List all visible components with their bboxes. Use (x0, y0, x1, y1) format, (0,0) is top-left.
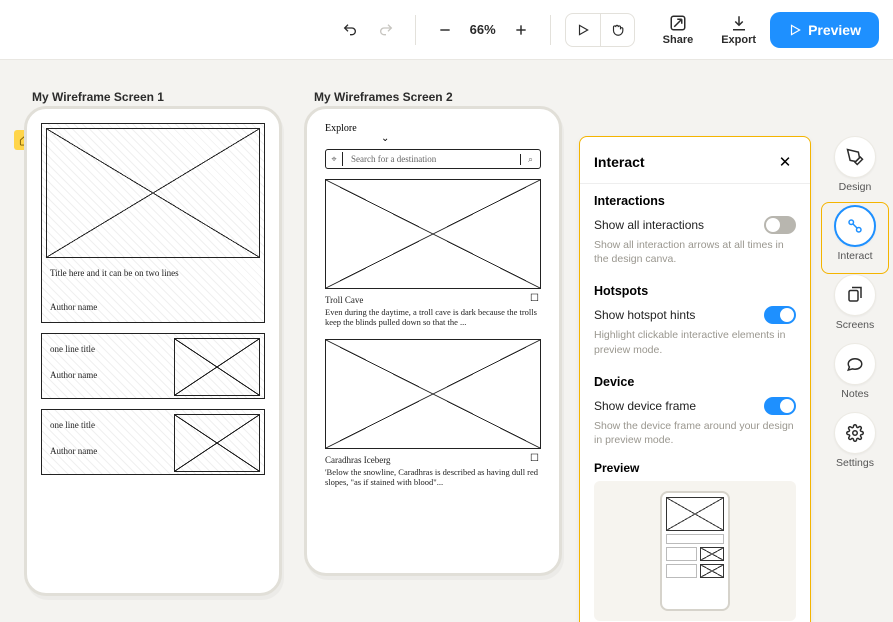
pin-icon: ⌖ (326, 154, 342, 165)
item-title: Troll Cave (325, 295, 363, 305)
item-title: Caradhras Iceberg (325, 455, 391, 465)
redo-button[interactable] (371, 15, 401, 45)
preview-heading: Preview (594, 461, 796, 475)
toggle-label-hotspot-hints: Show hotspot hints (594, 308, 695, 322)
search-placeholder: Search for a destination (343, 154, 520, 164)
preview-thumbnail (594, 481, 796, 621)
share-button[interactable]: Share (663, 14, 694, 46)
design-canvas[interactable]: My Wireframe Screen 1 Title here and it … (0, 60, 893, 622)
zoom-out-button[interactable] (430, 15, 460, 45)
screen-label-1[interactable]: My Wireframe Screen 1 (32, 90, 164, 104)
preview-button[interactable]: Preview (770, 12, 879, 48)
chevron-down-icon[interactable]: ⌄ (381, 133, 389, 144)
wireframe-card[interactable]: one line title Author name (41, 333, 265, 399)
mini-image-placeholder (700, 564, 724, 578)
toggle-device-frame[interactable] (764, 397, 796, 415)
item-description: Even during the daytime, a troll cave is… (325, 307, 541, 327)
rail-notes[interactable]: Notes (834, 343, 876, 400)
interact-panel: Interact ✕ Interactions Show all interac… (579, 136, 811, 622)
card-title: one line title (50, 420, 95, 430)
rail-label: Screens (836, 319, 875, 331)
card-title: Title here and it can be on two lines (50, 268, 256, 278)
wireframe-card[interactable]: one line title Author name (41, 409, 265, 475)
toggle-hotspot-hints[interactable] (764, 306, 796, 324)
zoom-in-button[interactable] (506, 15, 536, 45)
wireframe-image-placeholder (174, 414, 260, 472)
close-button[interactable]: ✕ (774, 151, 796, 173)
tab-explore[interactable]: Explore (325, 123, 357, 134)
rail-design[interactable]: Design (834, 136, 876, 193)
mini-image-placeholder (666, 497, 724, 531)
mini-text-lines (666, 534, 724, 544)
rail-screens[interactable]: Screens (834, 274, 876, 331)
wireframe-image-placeholder[interactable] (325, 179, 541, 289)
section-interactions: Interactions (594, 194, 796, 208)
help-show-all: Show all interaction arrows at all times… (594, 238, 796, 266)
mini-device (660, 491, 730, 611)
help-device-frame: Show the device frame around your design… (594, 419, 796, 447)
undo-button[interactable] (335, 15, 365, 45)
export-label: Export (721, 34, 756, 46)
rail-label: Notes (841, 388, 868, 400)
card-author: Author name (50, 370, 97, 380)
rail-label: Interact (837, 250, 872, 262)
mini-image-placeholder (700, 547, 724, 561)
card-author: Author name (50, 446, 97, 456)
screen-label-2[interactable]: My Wireframes Screen 2 (314, 90, 453, 104)
card-title: one line title (50, 344, 95, 354)
export-button[interactable]: Export (721, 14, 756, 46)
bookmark-icon[interactable]: ☐ (530, 453, 539, 464)
rail-label: Settings (836, 457, 874, 469)
section-device: Device (594, 375, 796, 389)
help-hotspot-hints: Highlight clickable interactive elements… (594, 328, 796, 356)
search-icon[interactable]: ⌕ (520, 154, 540, 165)
bookmark-icon[interactable]: ☐ (530, 293, 539, 304)
wireframe-image-placeholder (46, 128, 260, 258)
rail-interact[interactable]: Interact (834, 205, 876, 262)
card-author: Author name (50, 302, 97, 312)
item-description: 'Below the snowline, Caradhras is descri… (325, 467, 541, 487)
rail-settings[interactable]: Settings (834, 412, 876, 469)
zoom-level[interactable]: 66% (466, 22, 500, 37)
play-mode-button[interactable] (566, 14, 600, 46)
toggle-label-device-frame: Show device frame (594, 399, 696, 413)
device-frame-1[interactable]: Title here and it can be on two lines Au… (24, 106, 282, 596)
search-input[interactable]: ⌖ Search for a destination ⌕ (325, 149, 541, 169)
wireframe-image-placeholder[interactable] (325, 339, 541, 449)
toggle-label-show-all: Show all interactions (594, 218, 704, 232)
wireframe-image-placeholder (174, 338, 260, 396)
rail-label: Design (839, 181, 872, 193)
share-label: Share (663, 34, 694, 46)
section-hotspots: Hotspots (594, 284, 796, 298)
pan-mode-button[interactable] (600, 14, 634, 46)
preview-button-label: Preview (808, 22, 861, 38)
panel-title: Interact (594, 154, 645, 170)
device-frame-2[interactable]: Explore ⌄ ⌖ Search for a destination ⌕ T… (304, 106, 562, 576)
wireframe-card[interactable]: Title here and it can be on two lines Au… (41, 123, 265, 323)
top-toolbar: 66% Share Export Preview (0, 0, 893, 60)
toggle-show-all-interactions[interactable] (764, 216, 796, 234)
right-rail: Design Interact Screens Notes Settings (827, 136, 883, 469)
